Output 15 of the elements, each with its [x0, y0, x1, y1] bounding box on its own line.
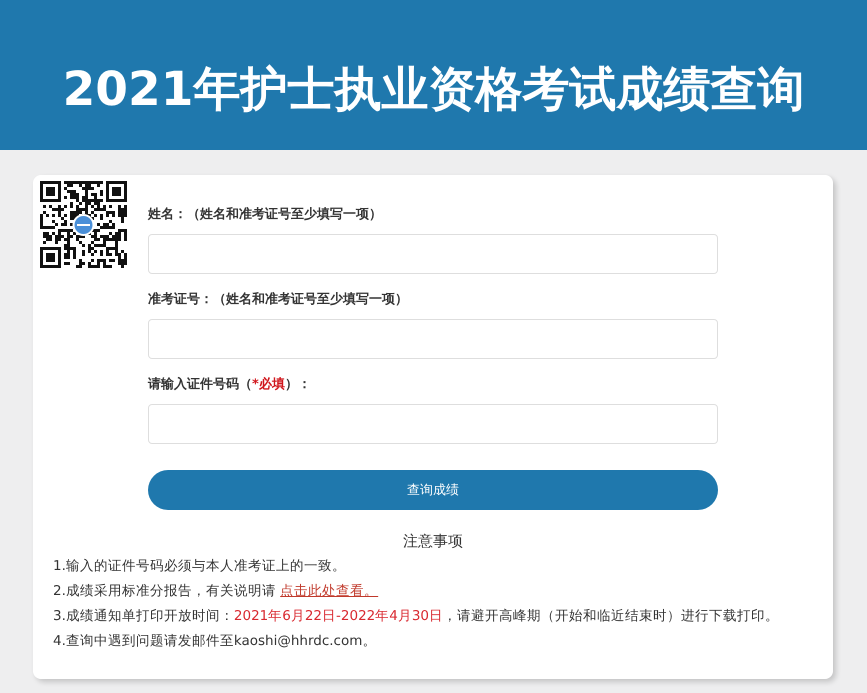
notice-item: 1.输入的证件号码必须与本人准考证上的一致。 [52, 557, 347, 576]
input-field[interactable] [148, 404, 718, 444]
field-label: 准考证号：（姓名和准考证号至少填写一项） [148, 291, 409, 309]
field-label: 请输入证件号码（*必填）： [148, 376, 312, 394]
field-label: 姓名：（姓名和准考证号至少填写一项） [148, 206, 383, 224]
input-field[interactable] [148, 319, 718, 359]
notice-item: 2.成绩采用标准分报告，有关说明请 点击此处查看。 [52, 582, 380, 601]
page-title: 2021年护士执业资格考试成绩查询 [62, 61, 804, 119]
query-button[interactable]: 查询成绩 [148, 470, 718, 510]
notice-item: 3.成绩通知单打印开放时间：2021年6月22日-2022年4月30日，请避开高峰期（开始和临近结束时）进行下载打印。 [52, 607, 780, 626]
notice-item: 4.查询中遇到问题请发邮件至kaoshi@hhrdc.com。 [52, 632, 378, 651]
qr-code-icon [40, 181, 127, 268]
notice-heading: 注意事项 [402, 531, 464, 552]
input-field[interactable] [148, 234, 718, 274]
details-link[interactable]: 点击此处查看。 [280, 583, 378, 599]
